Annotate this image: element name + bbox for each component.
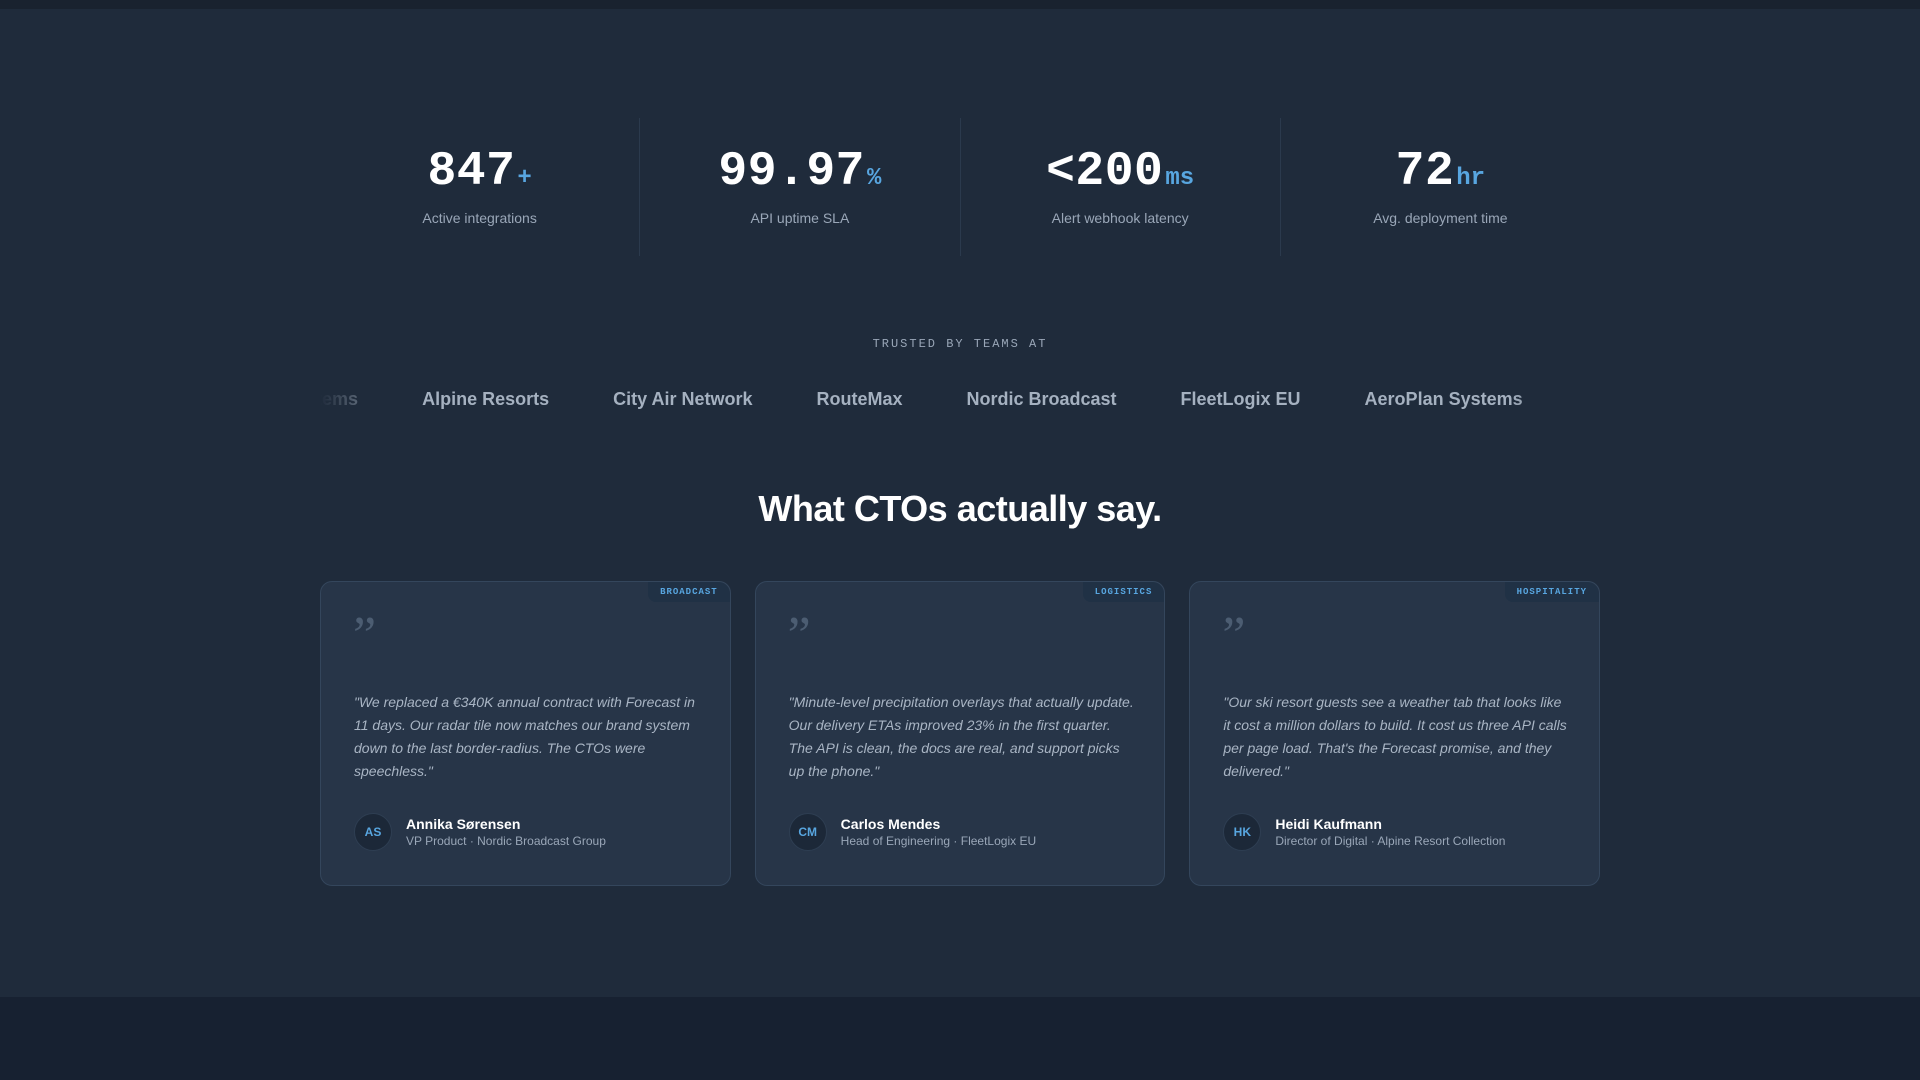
author-name: Annika Sørensen [406, 816, 521, 832]
industry-tag: LOGISTICS [1082, 582, 1165, 602]
testimonial-cards: BROADCAST ” "We replaced a €340K annual … [320, 581, 1601, 886]
trusted-title: TRUSTED BY TEAMS AT [872, 337, 1048, 351]
stat-unit: + [517, 165, 532, 192]
author-info: Carlos Mendes Head of Engineering · Flee… [841, 815, 1036, 849]
author-name: Carlos Mendes [840, 816, 941, 832]
testimonial-quote: "We replaced a €340K annual contract wit… [354, 694, 695, 779]
author-role: Head of Engineering · FleetLogix EU [840, 834, 1037, 848]
footer-band [0, 997, 1920, 1080]
top-bar [0, 0, 1920, 9]
logo-alpine-resorts: Alpine Resorts [422, 389, 550, 409]
avatar: HK [1223, 813, 1262, 851]
stats-row: 847+ Active integrations 99.97% API upti… [320, 118, 1600, 256]
logo-aeroplan: AeroPlan Systems [1364, 389, 1523, 409]
avatar: AS [354, 813, 392, 851]
stat-label: Active integrations [422, 210, 537, 226]
testimonial-card: HOSPITALITY ” "Our ski resort guests see… [1189, 581, 1601, 886]
stat-deployment: 72hr Avg. deployment time [1281, 118, 1600, 256]
author-info: Heidi Kaufmann Director of Digital · Alp… [1275, 815, 1505, 849]
stat-label: Avg. deployment time [1373, 210, 1508, 226]
stat-value: 847 [427, 145, 516, 199]
industry-tag: HOSPITALITY [1504, 582, 1600, 602]
logo-track: AeroPlan Systems Alpine Resorts City Air… [320, 384, 1523, 414]
logo-city-air-network: City Air Network [613, 389, 753, 409]
stat-value-row: 99.97% [718, 148, 881, 196]
testimonial-quote: "Minute-level precipitation overlays tha… [788, 694, 1134, 779]
quote-icon: ” [787, 607, 811, 664]
avatar: CM [788, 813, 827, 851]
stat-label: Alert webhook latency [1051, 210, 1189, 226]
stat-value: 72 [1395, 145, 1455, 199]
author: HK Heidi Kaufmann Director of Digital · … [1223, 813, 1505, 851]
author-role: VP Product · Nordic Broadcast Group [406, 834, 606, 848]
testimonial-card: LOGISTICS ” "Minute-level precipitation … [754, 581, 1166, 886]
quote-icon: ” [353, 607, 377, 664]
logo-nordic-broadcast: Nordic Broadcast [966, 389, 1117, 409]
stat-label: API uptime SLA [750, 210, 850, 226]
testimonial-quote: "Our ski resort guests see a weather tab… [1223, 694, 1567, 779]
section-heading: What CTOs actually say. [758, 488, 1162, 529]
author: CM Carlos Mendes Head of Engineering · F… [788, 813, 1036, 851]
stat-integrations: 847+ Active integrations [320, 118, 641, 256]
testimonial-card: BROADCAST ” "We replaced a €340K annual … [320, 581, 731, 886]
stat-unit: ms [1165, 165, 1195, 192]
industry-tag: BROADCAST [648, 582, 730, 602]
stat-uptime: 99.97% API uptime SLA [640, 118, 961, 256]
stat-unit: hr [1456, 165, 1486, 192]
author-role: Director of Digital · Alpine Resort Coll… [1275, 834, 1506, 848]
author: AS Annika Sørensen VP Product · Nordic B… [354, 813, 606, 851]
stat-value: 99.97 [718, 145, 865, 199]
logo-marquee: AeroPlan Systems Alpine Resorts City Air… [320, 384, 1600, 414]
stat-value-row: 847+ [427, 148, 531, 196]
logo-aeroplan: AeroPlan Systems [320, 389, 359, 409]
author-info: Annika Sørensen VP Product · Nordic Broa… [406, 815, 606, 849]
stat-value: <200 [1046, 145, 1164, 199]
author-name: Heidi Kaufmann [1275, 816, 1382, 832]
stat-value-row: 72hr [1396, 148, 1485, 196]
logo-routemax: RouteMax [816, 389, 903, 409]
logo-fleetlogix: FleetLogix EU [1180, 389, 1301, 409]
stat-latency: <200ms Alert webhook latency [961, 118, 1281, 256]
stat-value-row: <200ms [1046, 148, 1194, 196]
stat-unit: % [866, 165, 882, 192]
quote-icon: ” [1222, 607, 1246, 664]
